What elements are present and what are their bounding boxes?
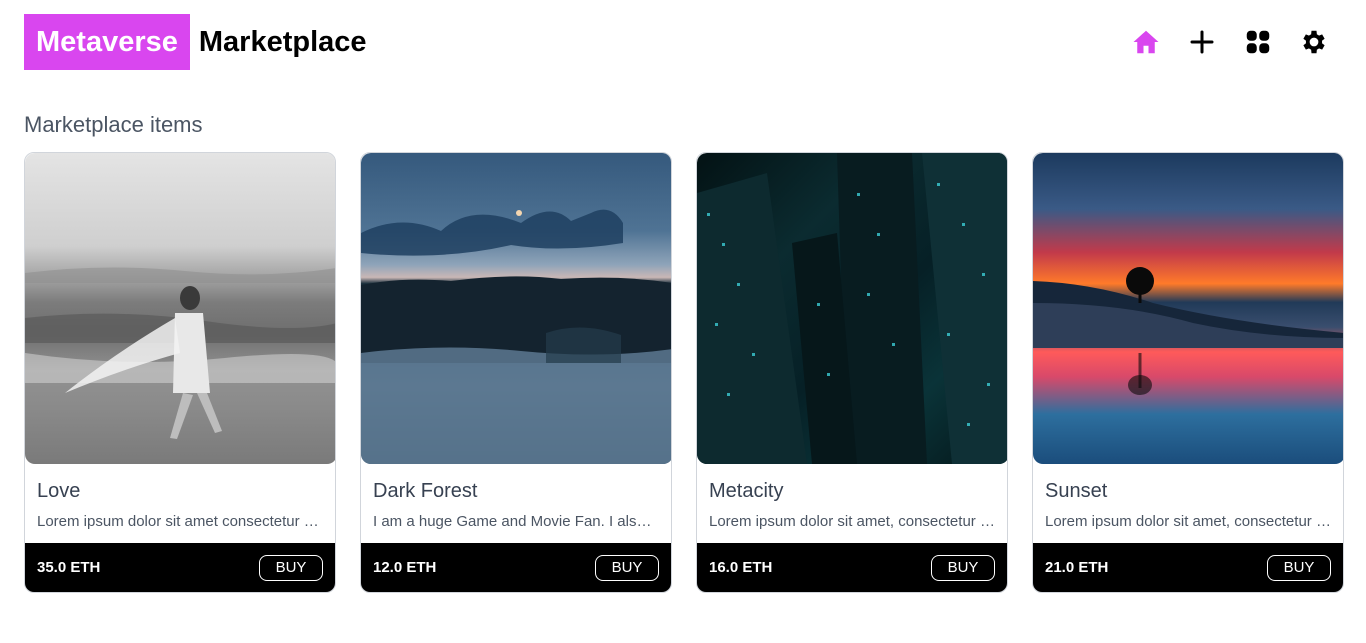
home-icon: [1133, 30, 1159, 54]
buy-button[interactable]: BUY: [259, 554, 323, 581]
brand-name[interactable]: Marketplace: [199, 26, 367, 59]
item-body: Dark Forest I am a huge Game and Movie F…: [361, 464, 671, 543]
forest-photo: [361, 209, 671, 464]
items-grid: Love Lorem ipsum dolor sit amet consecte…: [24, 152, 1344, 593]
item-image-dark-forest[interactable]: [361, 153, 671, 464]
item-description: Lorem ipsum dolor sit amet, consectetur …: [709, 513, 995, 530]
section-title: Marketplace items: [24, 112, 203, 137]
item-title: Metacity: [709, 480, 784, 502]
item-body: Metacity Lorem ipsum dolor sit amet, con…: [697, 464, 1007, 543]
settings-nav-button[interactable]: [1286, 14, 1342, 70]
home-nav-button[interactable]: [1118, 14, 1174, 70]
create-nav-button[interactable]: [1174, 14, 1230, 70]
item-title: Love: [37, 480, 81, 502]
item-card[interactable]: Metacity Lorem ipsum dolor sit amet, con…: [696, 152, 1008, 593]
item-description: I am a huge Game and Movie Fan. I also l…: [373, 513, 659, 530]
sunset-photo: [1033, 267, 1343, 395]
item-price: 12.0 ETH: [373, 559, 437, 576]
item-description: Lorem ipsum dolor sit amet, consectetur …: [1045, 513, 1331, 530]
beach-photo: [25, 267, 335, 439]
item-description: Lorem ipsum dolor sit amet consectetur a…: [37, 513, 323, 530]
item-footer: 12.0 ETH BUY: [361, 543, 671, 592]
header: Metaverse Marketplace: [24, 14, 1342, 70]
brand-highlight[interactable]: Metaverse: [24, 14, 190, 70]
gear-icon: [1303, 30, 1325, 54]
item-footer: 16.0 ETH BUY: [697, 543, 1007, 592]
buy-button[interactable]: BUY: [595, 554, 659, 581]
buy-button[interactable]: BUY: [1267, 554, 1331, 581]
item-title: Dark Forest: [373, 480, 478, 502]
item-price: 35.0 ETH: [37, 559, 101, 576]
item-card[interactable]: Dark Forest I am a huge Game and Movie F…: [360, 152, 672, 593]
item-body: Love Lorem ipsum dolor sit amet consecte…: [25, 464, 335, 543]
item-footer: 21.0 ETH BUY: [1033, 543, 1343, 592]
city-photo: [697, 153, 1007, 464]
item-card[interactable]: Sunset Lorem ipsum dolor sit amet, conse…: [1032, 152, 1344, 593]
item-image-love[interactable]: [25, 153, 335, 464]
plus-icon: [1190, 30, 1214, 54]
item-card[interactable]: Love Lorem ipsum dolor sit amet consecte…: [24, 152, 336, 593]
item-image-metacity[interactable]: [697, 153, 1007, 464]
collection-nav-button[interactable]: [1230, 14, 1286, 70]
item-body: Sunset Lorem ipsum dolor sit amet, conse…: [1033, 464, 1343, 543]
item-footer: 35.0 ETH BUY: [25, 543, 335, 592]
item-title: Sunset: [1045, 480, 1108, 502]
grid-icon: [1246, 30, 1270, 54]
item-price: 16.0 ETH: [709, 559, 773, 576]
item-image-sunset[interactable]: [1033, 153, 1343, 464]
top-nav: [1118, 14, 1342, 70]
buy-button[interactable]: BUY: [931, 554, 995, 581]
item-price: 21.0 ETH: [1045, 559, 1109, 576]
